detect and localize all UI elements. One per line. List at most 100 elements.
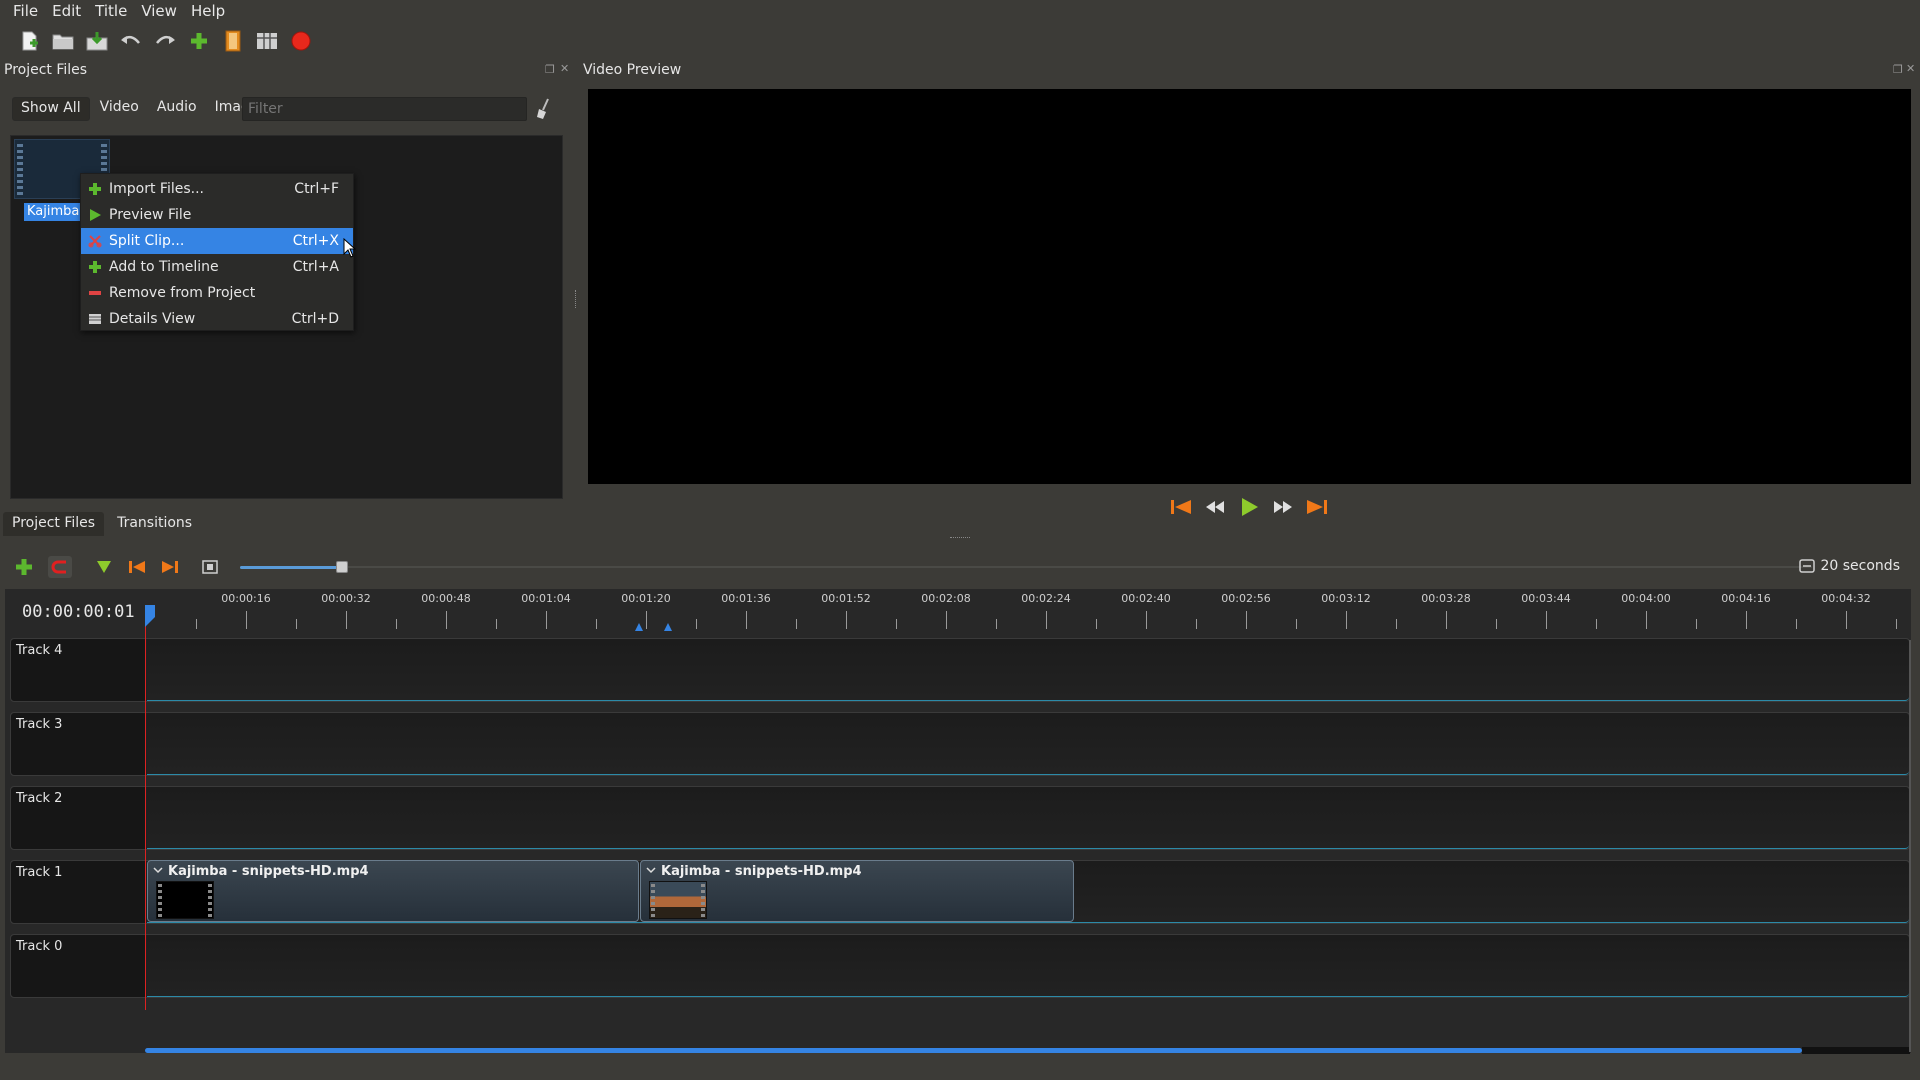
save-project-button[interactable] (84, 28, 110, 54)
center-icon (202, 560, 218, 574)
undo-button[interactable] (118, 28, 144, 54)
next-marker-button[interactable] (158, 556, 182, 578)
ruler-tick (1246, 611, 1247, 629)
ruler-tick (1846, 611, 1847, 629)
clip-thumbnail (156, 881, 214, 919)
fullscreen-button[interactable] (254, 28, 280, 54)
track-header[interactable]: Track 0 (11, 935, 146, 997)
dock-close-icon[interactable]: ✕ (1906, 62, 1915, 75)
menu-item-label: Preview File (109, 207, 192, 223)
ruler-tick (1146, 611, 1147, 629)
zoom-icon (1798, 559, 1815, 573)
horizontal-splitter[interactable] (950, 537, 970, 540)
track-header[interactable]: Track 1 (11, 861, 146, 923)
track-name: Track 3 (16, 717, 63, 732)
jump-end-button[interactable] (1304, 494, 1330, 520)
fast-forward-button[interactable] (1270, 494, 1296, 520)
center-timeline-button[interactable] (198, 556, 222, 578)
playhead-handle[interactable] (145, 605, 157, 627)
menu-item-preview-file[interactable]: Preview File (81, 202, 353, 228)
dock-float-icon[interactable]: ❐ (545, 63, 555, 76)
filter-tab-video[interactable]: Video (92, 97, 147, 121)
track-0[interactable]: Track 0 (10, 934, 1910, 998)
filter-tabs: Show All Video Audio Image (12, 97, 266, 121)
menu-item-label: Add to Timeline (109, 259, 219, 275)
file-label[interactable]: Kajimba (24, 203, 83, 221)
vertical-splitter[interactable] (575, 290, 578, 308)
grid-icon (257, 33, 277, 49)
video-preview-canvas[interactable] (588, 89, 1911, 484)
timeline-toolbar: 20 seconds (10, 552, 1910, 582)
ruler-tick (1346, 611, 1347, 629)
new-project-button[interactable] (16, 28, 42, 54)
timeline-clip[interactable]: Kajimba - snippets-HD.mp4 (147, 860, 639, 922)
track-3[interactable]: Track 3 (10, 712, 1910, 776)
rewind-button[interactable] (1202, 494, 1228, 520)
track-header[interactable]: Track 4 (11, 639, 146, 701)
jump-end-icon (1307, 500, 1327, 514)
ruler-tick (1096, 619, 1097, 629)
record-icon (291, 31, 311, 51)
vertical-scrollbar[interactable] (1909, 640, 1911, 1052)
previous-marker-button[interactable] (125, 556, 149, 578)
magnet-icon (51, 560, 66, 574)
film-perforation (158, 884, 162, 918)
menu-item-add-to-timeline[interactable]: Add to Timeline Ctrl+A (81, 254, 353, 280)
menu-item-details-view[interactable]: Details View Ctrl+D (81, 306, 353, 332)
previous-marker-icon (129, 561, 145, 573)
open-project-button[interactable] (50, 28, 76, 54)
filter-tab-audio[interactable]: Audio (149, 97, 205, 121)
tab-project-files[interactable]: Project Files (3, 512, 105, 536)
menu-title[interactable]: Title (88, 2, 134, 20)
track-header[interactable]: Track 2 (11, 787, 146, 849)
ruler-time-label: 00:04:32 (1821, 592, 1871, 605)
track-lane[interactable] (147, 935, 1909, 997)
new-file-icon (22, 31, 38, 51)
menu-edit[interactable]: Edit (45, 2, 88, 20)
track-2[interactable]: Track 2 (10, 786, 1910, 850)
horizontal-scrollbar[interactable] (145, 1048, 1802, 1053)
zoom-slider-handle[interactable] (336, 561, 348, 573)
menu-item-remove-from-project[interactable]: Remove from Project (81, 280, 353, 306)
ruler-time-label: 00:03:28 (1421, 592, 1471, 605)
menu-item-import-files[interactable]: Import Files... Ctrl+F (81, 176, 353, 202)
time-ruler[interactable]: 00:00:16 00:00:32 00:00:48 00:01:04 00:01:20… (146, 589, 1906, 633)
track-header[interactable]: Track 3 (11, 713, 146, 775)
dock-close-icon[interactable]: ✕ (560, 62, 569, 75)
clear-filter-button[interactable] (533, 97, 555, 121)
zoom-slider-track[interactable] (342, 566, 1812, 568)
snapping-toggle[interactable] (48, 556, 72, 578)
ruler-time-label: 00:00:32 (321, 592, 371, 605)
menu-item-shortcut: Ctrl+D (291, 311, 339, 327)
redo-button[interactable] (152, 28, 178, 54)
add-track-button[interactable] (12, 556, 36, 578)
chevron-down-icon[interactable] (646, 865, 656, 875)
dock-float-icon[interactable]: ❐ (1893, 63, 1903, 76)
track-name: Track 2 (16, 791, 63, 806)
menu-file[interactable]: File (6, 2, 45, 20)
film-perforation (651, 884, 655, 918)
menu-item-split-clip[interactable]: Split Clip... Ctrl+X (81, 228, 353, 254)
clip-thumbnail (649, 881, 707, 919)
play-button[interactable] (1236, 494, 1262, 520)
tab-transitions[interactable]: Transitions (108, 512, 201, 536)
track-lane[interactable] (147, 713, 1909, 775)
track-lane[interactable] (147, 787, 1909, 849)
chevron-down-icon[interactable] (153, 865, 163, 875)
menu-help[interactable]: Help (184, 2, 232, 20)
marker-icon[interactable] (634, 623, 644, 633)
filter-tab-show-all[interactable]: Show All (12, 97, 90, 121)
export-video-button[interactable] (288, 28, 314, 54)
jump-start-button[interactable] (1168, 494, 1194, 520)
choose-profile-button[interactable] (220, 28, 246, 54)
marker-icon[interactable] (663, 623, 673, 633)
menu-item-label: Import Files... (109, 181, 204, 197)
track-4[interactable]: Track 4 (10, 638, 1910, 702)
import-files-button[interactable] (186, 28, 212, 54)
add-marker-button[interactable] (92, 556, 116, 578)
film-perforation (17, 144, 23, 196)
timeline-clip[interactable]: Kajimba - snippets-HD.mp4 (640, 860, 1074, 922)
menu-view[interactable]: View (134, 2, 184, 20)
filter-input[interactable] (242, 97, 527, 121)
track-lane[interactable] (147, 639, 1909, 701)
